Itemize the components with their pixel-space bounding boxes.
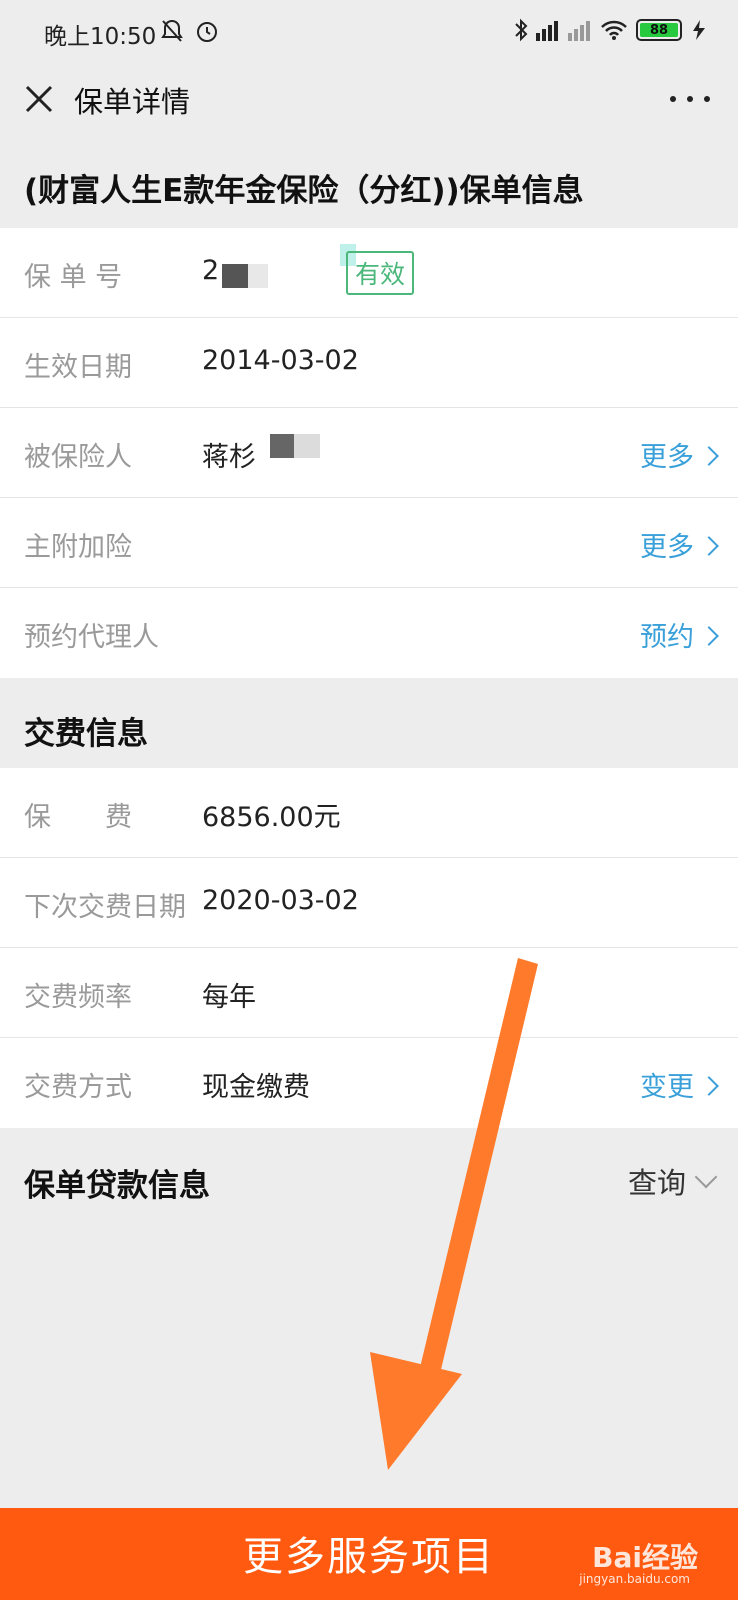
watermark-url: jingyan.baidu.com: [579, 1572, 690, 1586]
policy-number-value: 2: [202, 255, 220, 286]
chevron-down-icon: [694, 1165, 718, 1189]
signal-icon: [536, 21, 590, 41]
agent-row[interactable]: 预约代理人 预约: [0, 588, 738, 678]
payment-section-title: 交费信息: [24, 716, 148, 752]
loan-section-header[interactable]: 保单贷款信息 查询: [0, 1128, 738, 1228]
alarm-icon: [197, 22, 217, 42]
close-icon[interactable]: [22, 82, 56, 116]
chevron-right-icon: [699, 445, 719, 466]
row-label: 保 单 号: [24, 262, 123, 293]
payment-info-card: 保 费 6856.00元 下次交费日期 2020-03-02 交费频率 每年 交…: [0, 768, 738, 1128]
battery-indicator: 88: [636, 19, 682, 41]
payment-method-row[interactable]: 交费方式 现金缴费 变更: [0, 1038, 738, 1128]
status-time: 晚上10:50: [44, 24, 157, 50]
policy-section-title: (财富人生E款年金保险（分红))保单信息: [24, 173, 584, 209]
redaction-mask: [248, 264, 268, 288]
loan-query-toggle[interactable]: 查询: [628, 1160, 718, 1202]
policy-number-row: 保 单 号 2 有效: [0, 228, 738, 318]
mute-icon: [161, 19, 183, 42]
riders-more-link[interactable]: 更多: [640, 525, 719, 564]
policy-section-header: (财富人生E款年金保险（分红))保单信息: [0, 136, 738, 228]
more-services-button[interactable]: 更多服务项目 Bai经验 jingyan.baidu.com: [0, 1508, 738, 1600]
row-label: 交费方式: [24, 1072, 132, 1103]
riders-row[interactable]: 主附加险 更多: [0, 498, 738, 588]
payment-method-value: 现金缴费: [202, 1072, 310, 1103]
chevron-right-icon: [699, 1075, 719, 1096]
frequency-row: 交费频率 每年: [0, 948, 738, 1038]
payment-section-header: 交费信息: [0, 678, 738, 768]
row-label: 保 费: [24, 802, 132, 833]
row-label: 主附加险: [24, 532, 132, 563]
insured-more-link[interactable]: 更多: [640, 435, 719, 474]
book-agent-link[interactable]: 预约: [640, 615, 719, 654]
wifi-icon: [601, 20, 627, 40]
effective-date-value: 2014-03-02: [202, 345, 359, 376]
premium-row: 保 费 6856.00元: [0, 768, 738, 858]
status-bar: 晚上10:50 88: [0, 0, 738, 64]
change-method-link[interactable]: 变更: [640, 1065, 719, 1104]
charging-icon: [693, 20, 705, 40]
redaction-mask: [270, 434, 294, 458]
row-label: 预约代理人: [24, 622, 159, 653]
effective-date-row: 生效日期 2014-03-02: [0, 318, 738, 408]
chevron-right-icon: [699, 625, 719, 646]
next-payment-value: 2020-03-02: [202, 885, 359, 916]
row-label: 被保险人: [24, 442, 132, 473]
bluetooth-icon: [515, 18, 528, 42]
frequency-value: 每年: [202, 982, 256, 1013]
loan-section-title: 保单贷款信息: [24, 1168, 210, 1204]
row-label: 交费频率: [24, 982, 132, 1013]
next-payment-row: 下次交费日期 2020-03-02: [0, 858, 738, 948]
chevron-right-icon: [699, 535, 719, 556]
insured-value: 蒋杉: [202, 442, 256, 473]
watermark-logo: Bai经验: [592, 1541, 698, 1574]
row-label: 下次交费日期: [24, 892, 186, 923]
status-badge: 有效: [346, 251, 415, 295]
row-label: 生效日期: [24, 352, 132, 383]
insured-row[interactable]: 被保险人 蒋杉 更多: [0, 408, 738, 498]
more-icon[interactable]: [670, 82, 710, 116]
redaction-mask: [222, 264, 248, 288]
redaction-mask: [294, 434, 320, 458]
page-title: 保单详情: [74, 85, 191, 119]
policy-info-card: 保 单 号 2 有效 生效日期 2014-03-02 被保险人 蒋杉 更多 主附…: [0, 228, 738, 678]
title-bar: 保单详情: [0, 64, 738, 136]
premium-value: 6856.00元: [202, 802, 341, 833]
